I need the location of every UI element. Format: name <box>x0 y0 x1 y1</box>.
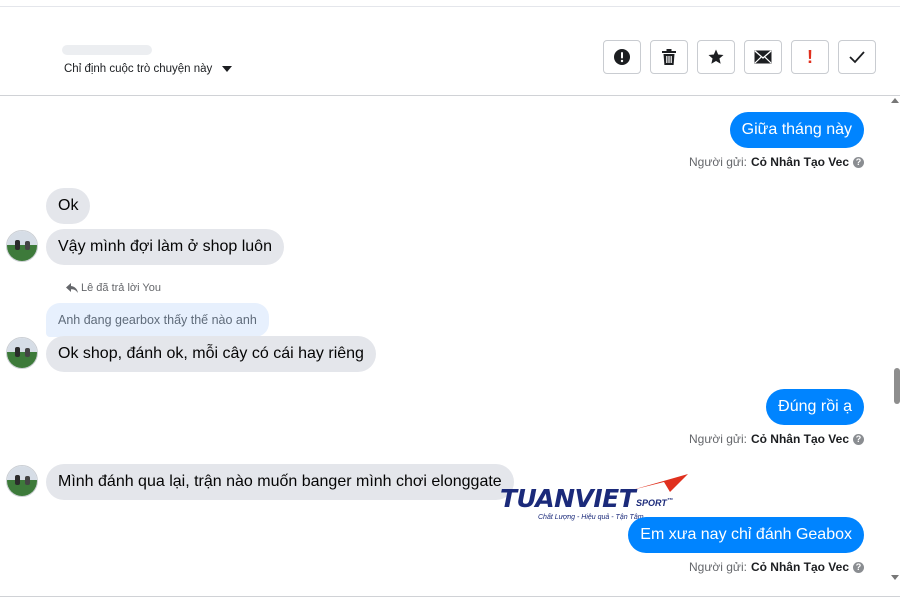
sender-info: Người gửi: Cỏ Nhân Tạo Vec ? <box>689 155 864 169</box>
sender-name: Cỏ Nhân Tạo Vec <box>750 155 849 169</box>
watermark-sub: SPORT™ <box>636 498 673 508</box>
brand-swoosh-logo <box>632 474 688 492</box>
contact-avatar[interactable] <box>6 337 38 369</box>
help-icon[interactable]: ? <box>853 433 864 445</box>
sender-prefix: Người gửi: <box>689 432 747 446</box>
quoted-message[interactable]: Anh đang gearbox thấy thế nào anh <box>46 303 269 337</box>
contact-name-blurred <box>62 45 152 55</box>
assign-conversation-dropdown[interactable]: Chỉ định cuộc trò chuyện này <box>64 63 233 75</box>
incoming-message[interactable]: Ok <box>46 188 91 224</box>
conversation-toolbar: ! <box>603 40 876 74</box>
delete-button[interactable] <box>650 40 688 74</box>
bottom-divider <box>0 596 900 597</box>
reply-indicator: Lê đã trả lời You <box>66 282 161 294</box>
outgoing-message[interactable]: Em xưa nay chỉ đánh Geabox <box>628 517 864 553</box>
watermark-brand: TUANVIET <box>500 484 636 513</box>
star-button[interactable] <box>697 40 735 74</box>
exclamation-circle-icon <box>614 49 630 65</box>
contact-avatar[interactable] <box>6 465 38 497</box>
incoming-message[interactable]: Mình đánh qua lại, trận nào muốn banger … <box>46 464 514 500</box>
contact-avatar[interactable] <box>6 230 38 262</box>
header-divider <box>0 95 900 96</box>
sender-name: Cỏ Nhân Tạo Vec <box>750 560 849 574</box>
sender-prefix: Người gửi: <box>689 155 747 169</box>
done-button[interactable] <box>838 40 876 74</box>
important-button[interactable]: ! <box>791 40 829 74</box>
help-icon[interactable]: ? <box>853 561 864 573</box>
envelope-icon <box>754 50 772 64</box>
help-icon[interactable]: ? <box>853 156 864 168</box>
sender-info: Người gửi: Cỏ Nhân Tạo Vec ? <box>689 560 864 574</box>
conversation-header: Chỉ định cuộc trò chuyện này ! <box>0 7 900 95</box>
trash-icon <box>662 49 676 65</box>
outgoing-message[interactable]: Giữa tháng này <box>729 112 864 148</box>
chat-scrollbar[interactable] <box>894 368 900 404</box>
incoming-message[interactable]: Ok shop, đánh ok, mỗi cây có cái hay riê… <box>46 336 376 372</box>
caret-down-icon <box>222 66 233 72</box>
reply-arrow-icon <box>66 283 78 293</box>
reply-label: Lê đã trả lời You <box>81 282 161 294</box>
scroll-up-arrow-icon[interactable] <box>891 98 899 103</box>
assign-label: Chỉ định cuộc trò chuyện này <box>64 63 213 75</box>
sender-info: Người gửi: Cỏ Nhân Tạo Vec ? <box>689 432 864 446</box>
incoming-message[interactable]: Vậy mình đợi làm ở shop luôn <box>46 229 284 265</box>
red-exclamation-icon: ! <box>807 47 813 67</box>
mark-unread-button[interactable] <box>744 40 782 74</box>
scroll-down-arrow-icon[interactable] <box>891 575 899 580</box>
sender-prefix: Người gửi: <box>689 560 747 574</box>
outgoing-message[interactable]: Đúng rồi ạ <box>766 389 864 425</box>
spam-button[interactable] <box>603 40 641 74</box>
sender-name: Cỏ Nhân Tạo Vec <box>750 432 849 446</box>
checkmark-icon <box>849 51 865 64</box>
star-icon <box>708 49 724 64</box>
watermark-slogan: Chất Lượng - Hiệu quả - Tận Tâm <box>538 514 644 521</box>
